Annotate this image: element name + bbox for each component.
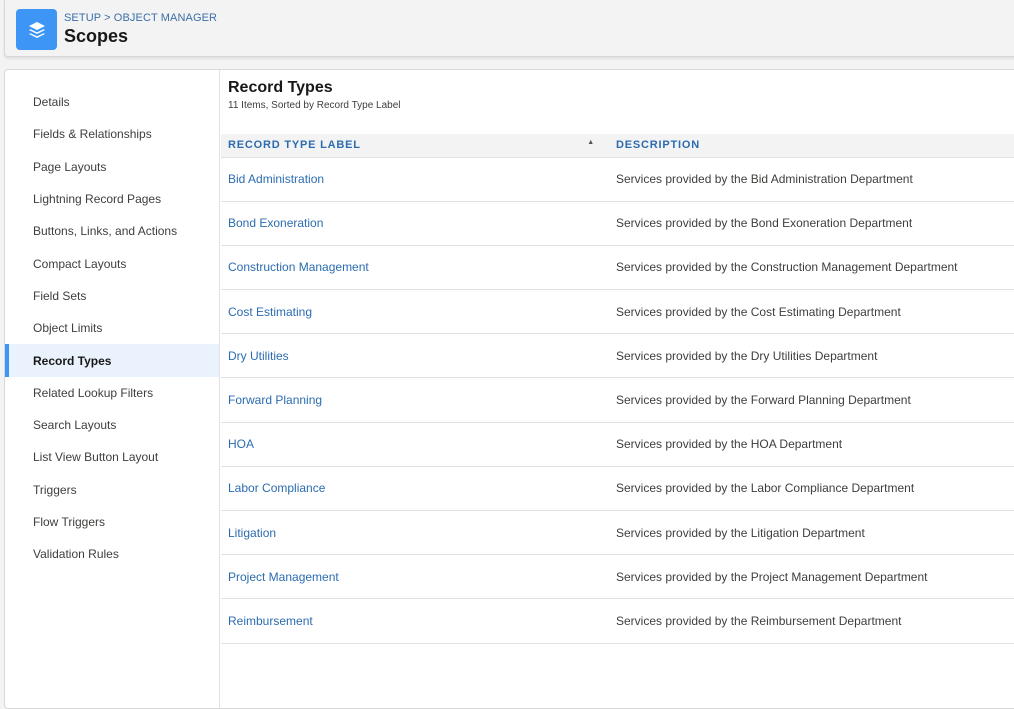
sidebar-item-details[interactable]: Details <box>5 86 219 118</box>
sidebar-item-fields-relationships[interactable]: Fields & Relationships <box>5 118 219 150</box>
table-row: Project Management Services provided by … <box>221 555 1014 599</box>
page-title: Scopes <box>64 26 129 46</box>
section-subtitle: 11 Items, Sorted by Record Type Label <box>228 100 401 111</box>
record-type-description: Services provided by the HOA Department <box>616 437 843 452</box>
breadcrumb[interactable]: SETUP > OBJECT MANAGER <box>64 12 217 24</box>
sidebar-item-page-layouts[interactable]: Page Layouts <box>5 151 219 183</box>
sidebar-item-related-lookup-filters[interactable]: Related Lookup Filters <box>5 377 219 409</box>
sidebar-item-record-types[interactable]: Record Types <box>5 344 219 377</box>
record-type-description: Services provided by the Cost Estimating… <box>616 304 901 319</box>
column-header-description[interactable]: DESCRIPTION <box>609 134 1014 158</box>
page-header: SETUP > OBJECT MANAGER Scopes <box>4 0 1014 57</box>
layers-icon <box>16 9 57 50</box>
table-row: Reimbursement Services provided by the R… <box>221 599 1014 644</box>
record-type-description: Services provided by the Bid Administrat… <box>616 172 913 187</box>
table-row: Forward Planning Services provided by th… <box>221 378 1014 423</box>
record-type-description: Services provided by the Bond Exoneratio… <box>616 216 913 231</box>
record-types-table: RECORD TYPE LABEL ▲ DESCRIPTION Bid Admi… <box>221 134 1014 644</box>
sidebar-item-compact-layouts[interactable]: Compact Layouts <box>5 247 219 279</box>
sidebar-item-field-sets[interactable]: Field Sets <box>5 280 219 312</box>
record-type-link[interactable]: Cost Estimating <box>228 305 312 319</box>
table-row: Labor Compliance Services provided by th… <box>221 466 1014 511</box>
sidebar-item-object-limits[interactable]: Object Limits <box>5 312 219 344</box>
table-row: Bond Exoneration Services provided by th… <box>221 201 1014 246</box>
main-panel: Details Fields & Relationships Page Layo… <box>4 69 1014 709</box>
column-header-desc-text: DESCRIPTION <box>616 139 700 152</box>
record-type-link[interactable]: Labor Compliance <box>228 481 325 495</box>
record-type-description: Services provided by the Labor Complianc… <box>616 481 915 496</box>
sidebar-item-buttons-links-actions[interactable]: Buttons, Links, and Actions <box>5 215 219 247</box>
record-type-description: Services provided by the Forward Plannin… <box>616 393 911 408</box>
record-type-link[interactable]: Construction Management <box>228 260 369 274</box>
record-type-link[interactable]: Bond Exoneration <box>228 216 323 230</box>
record-type-link[interactable]: Litigation <box>228 526 276 540</box>
column-header-label-text: RECORD TYPE LABEL <box>228 139 361 152</box>
record-type-description: Services provided by the Dry Utilities D… <box>616 348 878 363</box>
sidebar-item-list-view-button-layout[interactable]: List View Button Layout <box>5 441 219 473</box>
record-type-link[interactable]: Bid Administration <box>228 172 324 186</box>
table-row: Bid Administration Services provided by … <box>221 157 1014 202</box>
column-header-record-type-label[interactable]: RECORD TYPE LABEL ▲ <box>221 134 609 158</box>
record-type-description: Services provided by the Construction Ma… <box>616 260 958 275</box>
table-row: HOA Services provided by the HOA Departm… <box>221 422 1014 467</box>
table-row: Construction Management Services provide… <box>221 245 1014 290</box>
table-row: Cost Estimating Services provided by the… <box>221 290 1014 334</box>
record-type-link[interactable]: Forward Planning <box>228 393 322 407</box>
record-type-description: Services provided by the Litigation Depa… <box>616 525 865 540</box>
record-type-description: Services provided by the Project Managem… <box>616 569 928 584</box>
record-type-link[interactable]: HOA <box>228 437 254 451</box>
record-types-section: Record Types 11 Items, Sorted by Record … <box>221 70 1014 708</box>
sidebar-item-triggers[interactable]: Triggers <box>5 474 219 506</box>
sidebar: Details Fields & Relationships Page Layo… <box>5 70 220 708</box>
sort-ascending-icon[interactable]: ▲ <box>587 139 595 146</box>
sidebar-item-flow-triggers[interactable]: Flow Triggers <box>5 506 219 538</box>
section-title: Record Types <box>228 79 333 96</box>
table-header-row: RECORD TYPE LABEL ▲ DESCRIPTION <box>221 134 1014 158</box>
table-row: Dry Utilities Services provided by the D… <box>221 334 1014 378</box>
sidebar-item-search-layouts[interactable]: Search Layouts <box>5 409 219 441</box>
record-type-description: Services provided by the Reimbursement D… <box>616 613 902 628</box>
sidebar-item-lightning-record-pages[interactable]: Lightning Record Pages <box>5 183 219 215</box>
table-row: Litigation Services provided by the Liti… <box>221 511 1014 555</box>
record-type-link[interactable]: Project Management <box>228 570 339 584</box>
record-type-link[interactable]: Reimbursement <box>228 614 313 628</box>
sidebar-item-validation-rules[interactable]: Validation Rules <box>5 538 219 570</box>
record-type-link[interactable]: Dry Utilities <box>228 349 289 363</box>
